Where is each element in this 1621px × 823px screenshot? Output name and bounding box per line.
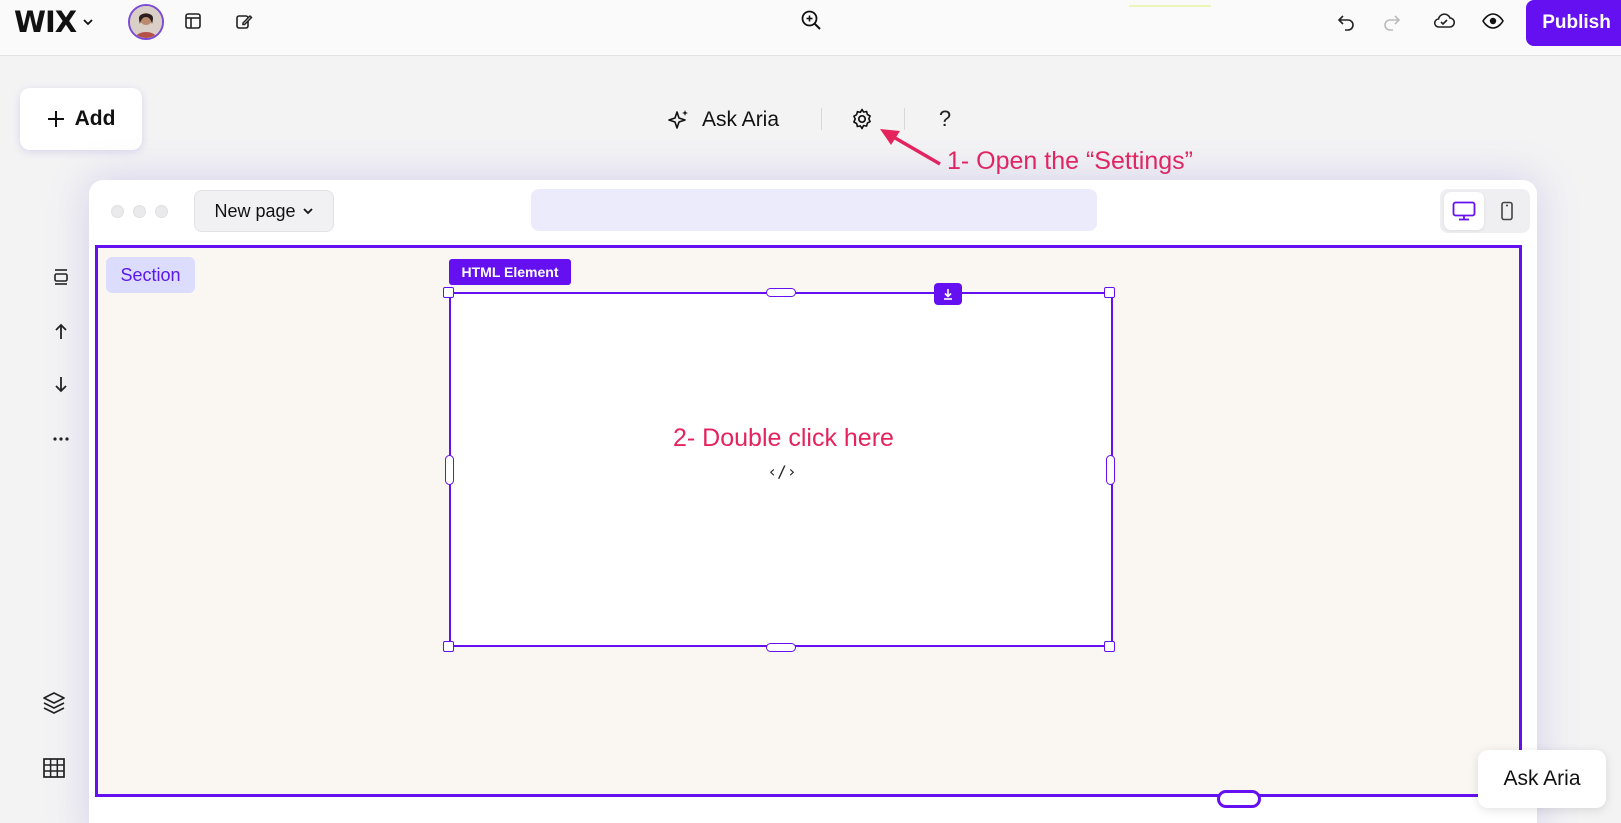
desktop-view-button[interactable] [1444, 192, 1484, 230]
move-up-icon[interactable] [45, 315, 77, 347]
wix-logo-menu[interactable]: WIX [14, 4, 94, 40]
chevron-down-icon [83, 19, 93, 26]
user-avatar-icon [130, 6, 162, 38]
page-selector[interactable]: New page [194, 190, 334, 232]
annotation-arrow [880, 129, 941, 166]
window-dot [133, 205, 146, 218]
move-down-icon[interactable] [45, 369, 77, 401]
pages-icon[interactable] [177, 5, 209, 37]
preview-eye-icon[interactable] [1477, 5, 1509, 37]
mobile-icon [1501, 201, 1513, 221]
settings-annotation: 1- Open the “Settings” [947, 147, 1193, 175]
section-layout-icon[interactable] [45, 261, 77, 293]
chevron-down-icon [302, 208, 313, 215]
html-element-label[interactable]: HTML Element [449, 259, 571, 285]
ask-aria-button[interactable]: Ask Aria [668, 100, 779, 140]
mobile-view-button[interactable] [1488, 192, 1526, 230]
resize-handle-right[interactable] [1106, 455, 1115, 485]
url-bar[interactable] [531, 189, 1097, 231]
zoom-icon[interactable] [795, 4, 827, 36]
add-button[interactable]: Add [20, 88, 142, 150]
resize-handle-top[interactable] [766, 288, 796, 297]
cloud-save-icon[interactable] [1428, 5, 1460, 37]
resize-handle-top-right[interactable] [1104, 287, 1115, 298]
more-options-icon[interactable] [45, 423, 77, 455]
add-label: Add [74, 107, 116, 130]
download-icon [944, 289, 952, 300]
redo-icon[interactable] [1376, 5, 1408, 37]
code-icon: ‹/› [767, 461, 797, 481]
resize-handle-bottom[interactable] [766, 643, 796, 652]
wix-logo: WIX [14, 5, 77, 39]
resize-handle-bottom-right[interactable] [1104, 641, 1115, 652]
window-dot [111, 205, 124, 218]
section-label[interactable]: Section [106, 257, 195, 293]
window-dot [155, 205, 168, 218]
section-resize-handle[interactable] [1217, 790, 1261, 808]
window-controls [111, 205, 168, 218]
avatar[interactable] [128, 4, 164, 40]
grid-icon[interactable] [38, 752, 70, 784]
settings-gear-icon[interactable] [846, 103, 878, 135]
resize-handle-top-left[interactable] [443, 287, 454, 298]
loading-indicator [1129, 5, 1211, 7]
double-click-annotation: 2- Double click here [673, 424, 894, 452]
ask-aria-chat-button[interactable]: Ask Aria [1478, 750, 1606, 808]
desktop-icon [1452, 201, 1476, 221]
download-badge[interactable] [934, 283, 962, 305]
toolbar-divider [821, 108, 822, 130]
layers-icon[interactable] [38, 687, 70, 719]
resize-handle-left[interactable] [445, 455, 454, 485]
page-selector-label: New page [214, 200, 296, 221]
undo-icon[interactable] [1330, 5, 1362, 37]
plus-icon [47, 111, 64, 127]
design-edit-icon[interactable] [228, 5, 260, 37]
ask-aria-label: Ask Aria [702, 108, 780, 131]
ask-aria-chat-label: Ask Aria [1503, 767, 1581, 790]
publish-button[interactable]: Publish [1526, 0, 1621, 46]
resize-handle-bottom-left[interactable] [443, 641, 454, 652]
sparkle-icon [668, 110, 688, 129]
